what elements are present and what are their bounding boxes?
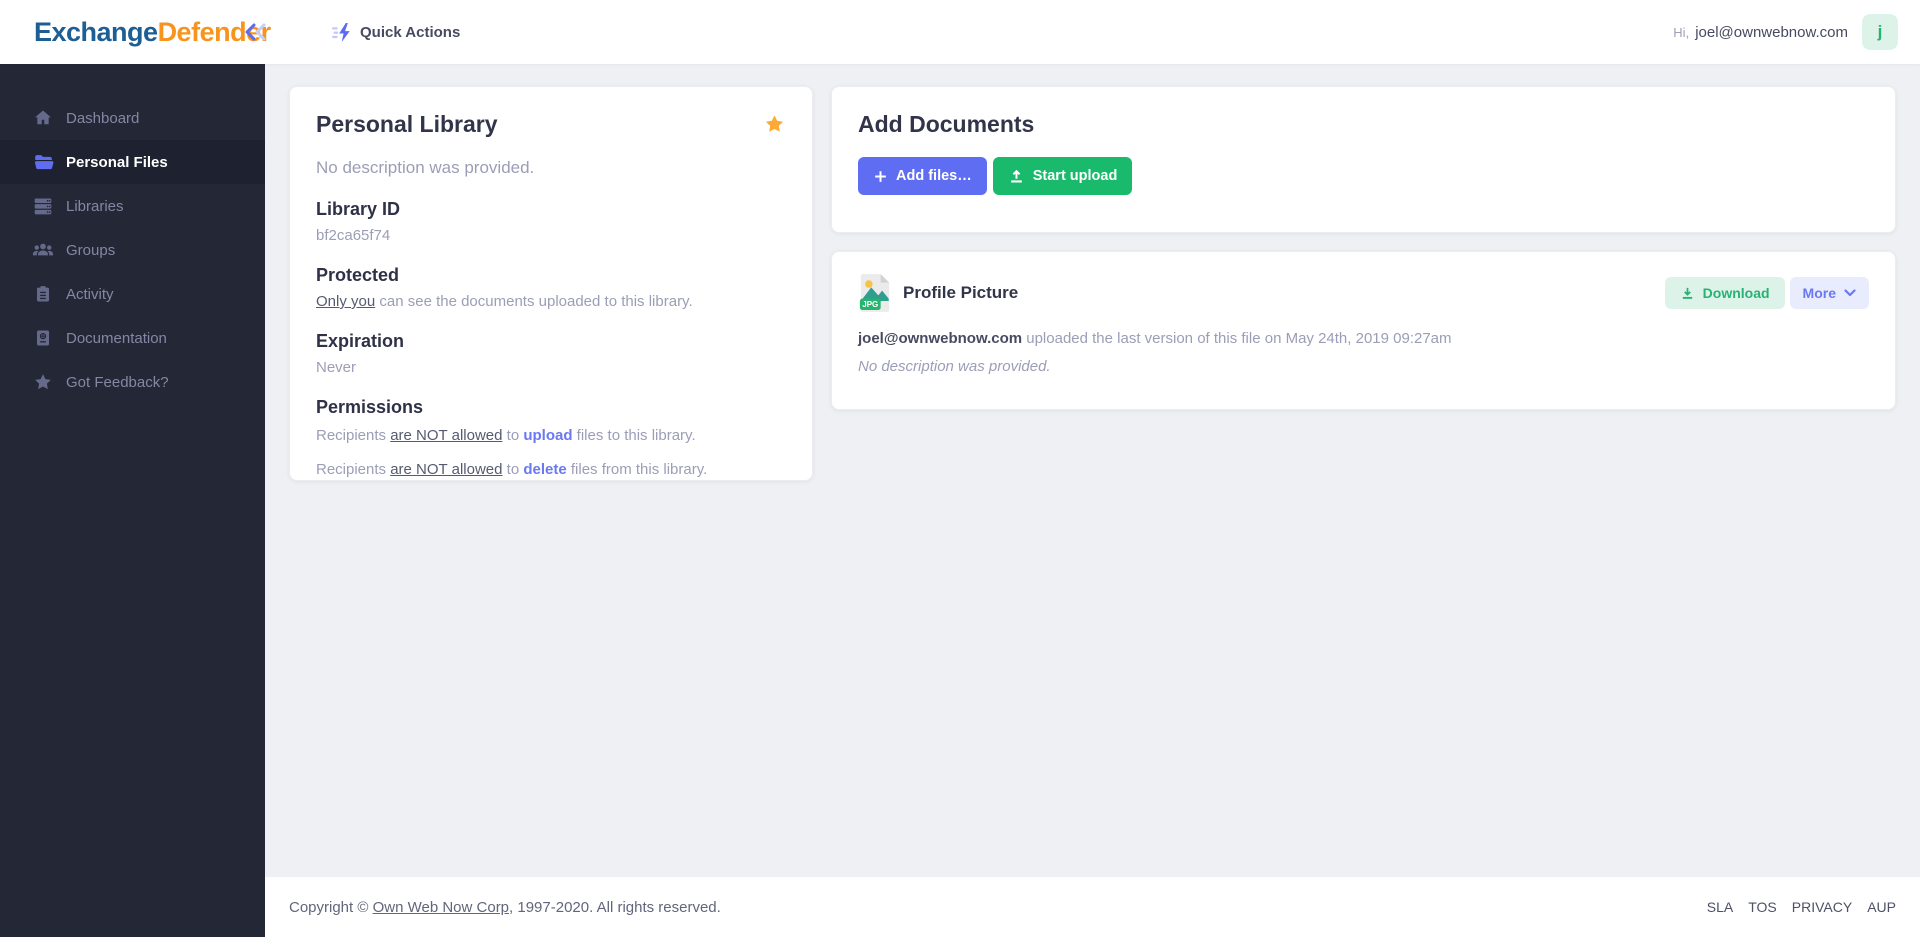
start-upload-button[interactable]: Start upload <box>993 157 1133 195</box>
folder-open-icon <box>32 151 54 173</box>
perm-delete-prefix: Recipients <box>316 461 390 478</box>
sidebar-item-label: Got Feedback? <box>66 374 169 391</box>
footer-link-aup[interactable]: AUP <box>1867 899 1896 915</box>
lightning-bolt-icon <box>332 22 353 43</box>
file-uploader-email: joel@ownwebnow.com <box>858 330 1022 347</box>
sidebar-item-label: Activity <box>66 286 114 303</box>
stack-icon <box>32 195 54 217</box>
company-link[interactable]: Own Web Now Corp <box>373 899 509 916</box>
avatar[interactable]: j <box>1862 14 1898 50</box>
library-id-heading: Library ID <box>316 199 786 220</box>
more-label: More <box>1803 285 1836 301</box>
file-title: Profile Picture <box>903 283 1018 303</box>
home-icon <box>32 107 54 129</box>
sidebar-item-dashboard[interactable]: Dashboard <box>0 96 265 140</box>
content: Personal Library No description was prov… <box>265 64 1920 877</box>
add-documents-title: Add Documents <box>858 111 1869 138</box>
download-icon <box>1680 286 1695 301</box>
greeting-text: Hi, <box>1673 25 1689 40</box>
quick-actions-label: Quick Actions <box>360 24 460 41</box>
permission-delete-line: Recipients are NOT allowed to delete fil… <box>316 461 786 478</box>
sidebar: Dashboard Personal Files <box>0 64 265 937</box>
sidebar-collapse-button[interactable] <box>242 22 270 42</box>
clipboard-icon <box>32 283 54 305</box>
sidebar-item-label: Dashboard <box>66 110 139 127</box>
footer: Copyright © Own Web Now Corp, 1997-2020.… <box>265 877 1920 937</box>
protected-heading: Protected <box>316 265 786 286</box>
add-files-label: Add files… <box>896 168 972 184</box>
protected-text: Only you can see the documents uploaded … <box>316 293 786 310</box>
top-header: ExchangeDefender Quick Actions Hi, joel@… <box>0 0 1920 64</box>
personal-library-card: Personal Library No description was prov… <box>289 86 813 481</box>
app-root: ExchangeDefender Quick Actions Hi, joel@… <box>0 0 1920 937</box>
perm-upload-underline: are NOT allowed <box>390 427 502 444</box>
right-column: Add Documents Add files… Start upload <box>831 86 1896 410</box>
book-icon <box>32 327 54 349</box>
expiration-value: Never <box>316 359 786 376</box>
sidebar-item-activity[interactable]: Activity <box>0 272 265 316</box>
library-description: No description was provided. <box>316 158 786 178</box>
file-row-card: JPG Profile Picture Download <box>831 251 1896 410</box>
upload-icon <box>1008 168 1025 185</box>
header-user-area: Hi, joel@ownwebnow.com j <box>1673 14 1898 50</box>
footer-link-privacy[interactable]: PRIVACY <box>1792 899 1852 915</box>
users-icon <box>32 239 54 261</box>
perm-upload-prefix: Recipients <box>316 427 390 444</box>
protected-only-you-link[interactable]: Only you <box>316 293 375 310</box>
protected-text-rest: can see the documents uploaded to this l… <box>375 293 692 310</box>
avatar-initial: j <box>1878 22 1883 42</box>
copyright-suffix: , 1997-2020. All rights reserved. <box>509 899 721 916</box>
expiration-heading: Expiration <box>316 331 786 352</box>
add-documents-card: Add Documents Add files… Start upload <box>831 86 1896 233</box>
sidebar-item-libraries[interactable]: Libraries <box>0 184 265 228</box>
library-card-title: Personal Library <box>316 111 498 138</box>
sidebar-item-label: Libraries <box>66 198 124 215</box>
file-upload-info-text: uploaded the last version of this file o… <box>1022 330 1451 347</box>
perm-upload-mid: to <box>502 427 523 444</box>
download-label: Download <box>1703 285 1770 301</box>
copyright-prefix: Copyright © <box>289 899 373 916</box>
exchangedefender-logo[interactable]: ExchangeDefender <box>34 10 220 54</box>
plus-icon <box>873 169 888 184</box>
chevron-down-icon <box>1844 289 1856 297</box>
quick-actions-button[interactable]: Quick Actions <box>332 22 460 43</box>
file-upload-info: joel@ownwebnow.com uploaded the last ver… <box>858 330 1869 347</box>
sidebar-item-personal-files[interactable]: Personal Files <box>0 140 265 184</box>
permission-upload-line: Recipients are NOT allowed to upload fil… <box>316 427 786 444</box>
upload-permission-link[interactable]: upload <box>523 427 572 444</box>
star-icon <box>32 371 54 393</box>
sidebar-item-documentation[interactable]: Documentation <box>0 316 265 360</box>
main-area: Personal Library No description was prov… <box>265 64 1920 937</box>
chevron-double-left-icon <box>242 22 270 42</box>
sidebar-item-label: Groups <box>66 242 115 259</box>
more-button[interactable]: More <box>1790 277 1869 309</box>
favorite-star-icon[interactable] <box>763 113 786 135</box>
footer-link-sla[interactable]: SLA <box>1707 899 1733 915</box>
perm-upload-suffix: files to this library. <box>573 427 696 444</box>
delete-permission-link[interactable]: delete <box>523 461 566 478</box>
start-upload-label: Start upload <box>1033 168 1118 184</box>
perm-delete-mid: to <box>502 461 523 478</box>
jpg-badge-text: JPG <box>862 300 878 309</box>
perm-delete-underline: are NOT allowed <box>390 461 502 478</box>
logo-text: ExchangeDefender <box>34 17 271 48</box>
sidebar-item-label: Personal Files <box>66 154 168 171</box>
sidebar-item-groups[interactable]: Groups <box>0 228 265 272</box>
footer-links: SLA TOS PRIVACY AUP <box>1707 899 1896 915</box>
library-id-value: bf2ca65f74 <box>316 227 786 244</box>
perm-delete-suffix: files from this library. <box>567 461 708 478</box>
sidebar-item-got-feedback[interactable]: Got Feedback? <box>0 360 265 404</box>
download-button[interactable]: Download <box>1665 277 1785 309</box>
copyright-text: Copyright © Own Web Now Corp, 1997-2020.… <box>289 899 721 916</box>
footer-link-tos[interactable]: TOS <box>1748 899 1777 915</box>
logo-text-exchange: Exchange <box>34 17 158 47</box>
file-description: No description was provided. <box>858 358 1869 375</box>
permissions-heading: Permissions <box>316 397 786 418</box>
sidebar-item-label: Documentation <box>66 330 167 347</box>
jpg-file-icon: JPG <box>858 273 892 313</box>
add-files-button[interactable]: Add files… <box>858 157 987 195</box>
user-email[interactable]: joel@ownwebnow.com <box>1695 24 1848 41</box>
